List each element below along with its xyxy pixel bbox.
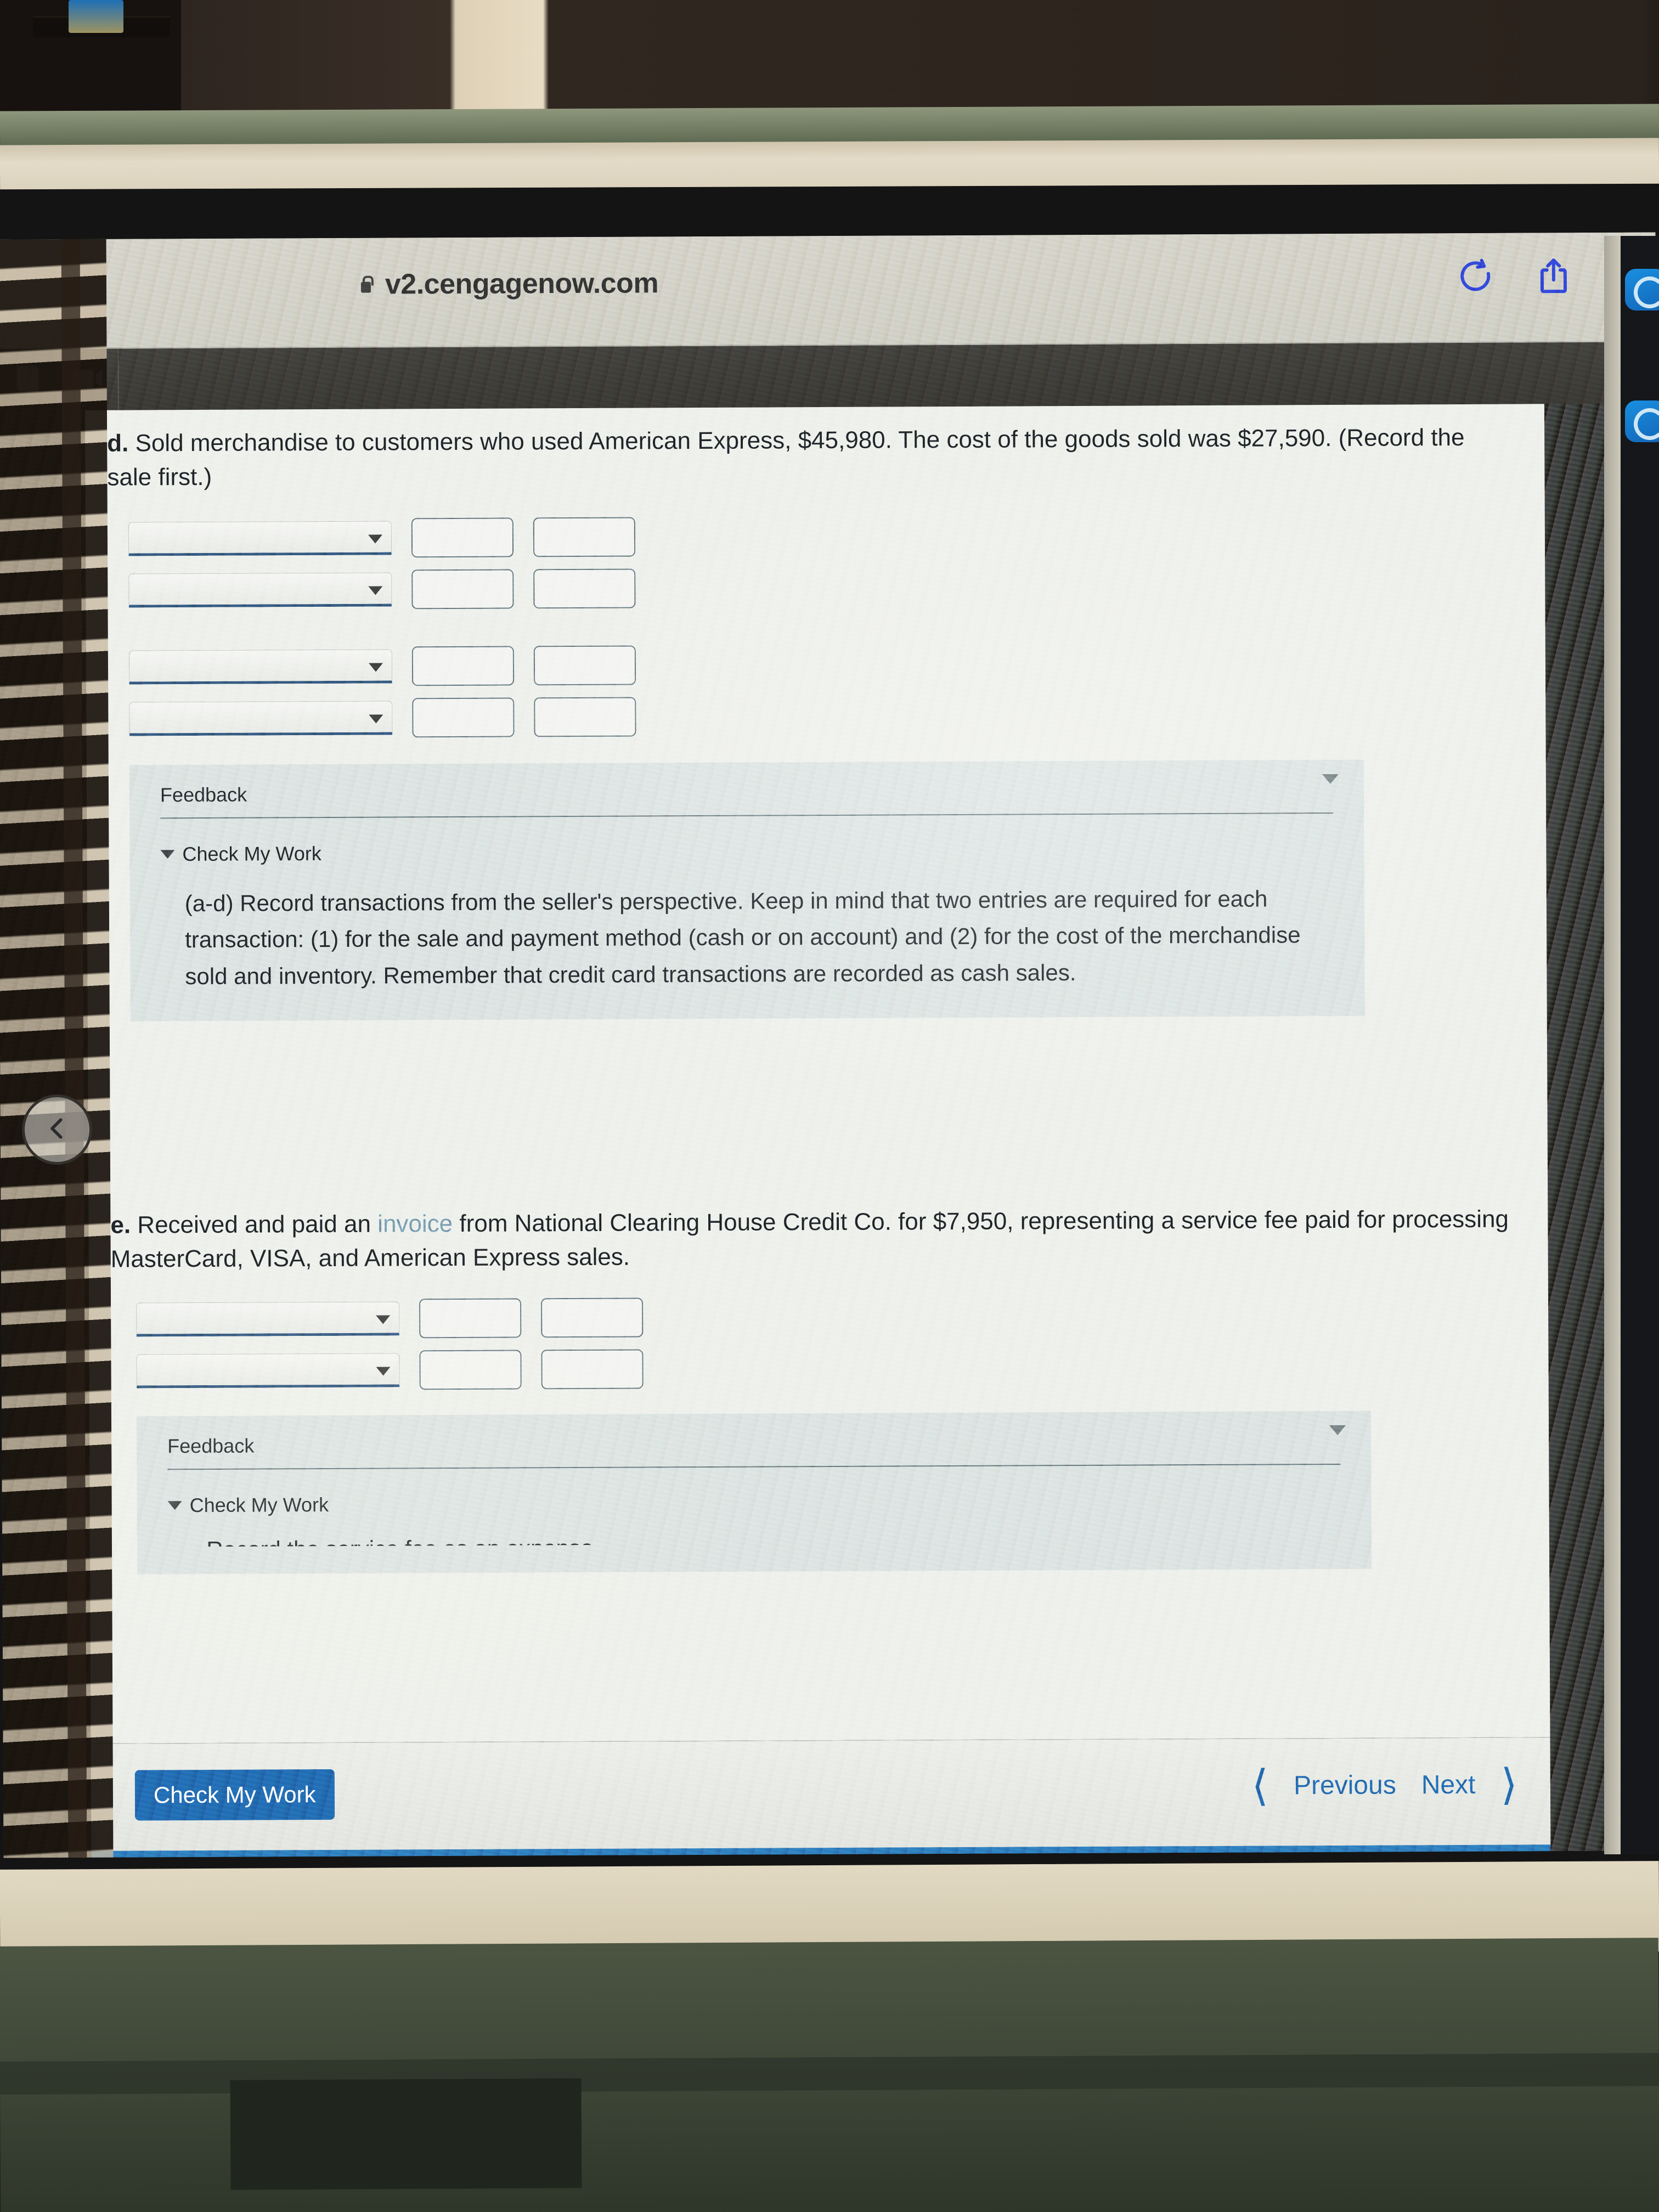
window-frame-reflection (61, 239, 87, 1858)
chevron-left-icon (42, 1114, 72, 1146)
credit-amount-input[interactable] (541, 1297, 644, 1338)
collapse-triangle-icon[interactable] (1329, 1425, 1346, 1435)
video-button[interactable] (58, 349, 117, 410)
next-button[interactable]: Next (1421, 1769, 1476, 1799)
account-select[interactable] (128, 649, 393, 685)
credit-amount-input[interactable] (533, 645, 636, 686)
right-device-bezel (1604, 236, 1621, 1854)
account-select[interactable] (136, 1301, 400, 1337)
question-e-letter: e. (110, 1211, 131, 1239)
journal-entry-row (128, 565, 1545, 610)
check-my-work-toggle-d[interactable]: Check My Work (160, 838, 1333, 866)
check-my-work-body-d: (a-d) Record transactions from the selle… (184, 885, 1301, 989)
debit-amount-input[interactable] (419, 1350, 522, 1390)
credit-amount-input[interactable] (533, 517, 636, 557)
debit-amount-input[interactable] (412, 697, 515, 738)
account-select[interactable] (128, 521, 392, 556)
question-d-letter: d. (107, 430, 129, 457)
app-toolbar (0, 342, 1632, 411)
question-e-text: e. Received and paid an invoice from Nat… (88, 1202, 1548, 1277)
debit-amount-input[interactable] (419, 1298, 522, 1339)
ebook-icon (14, 363, 42, 397)
chevron-left-icon[interactable]: ⟨ (1251, 1762, 1268, 1810)
url-text: v2.cengagenow.com (385, 267, 659, 301)
feedback-title: Feedback (167, 1434, 255, 1458)
desk-notch (230, 2078, 582, 2190)
debit-amount-input[interactable] (411, 569, 514, 610)
account-select[interactable] (136, 1353, 400, 1389)
question-d-entry-grid (86, 513, 1546, 739)
question-e: e. Received and paid an invoice from Nat… (88, 1202, 1549, 1575)
feedback-title: Feedback (160, 783, 247, 806)
right-device-screen (1621, 236, 1659, 1854)
check-my-work-body-e: • Record the service fee as an expense. (191, 1534, 600, 1563)
room-backdrop (0, 0, 1659, 115)
invoice-link[interactable]: invoice (377, 1210, 453, 1238)
app-icon[interactable] (1625, 400, 1659, 442)
feedback-panel-e: Feedback Check My Work • Record the serv… (136, 1410, 1372, 1575)
journal-entry-row (136, 1345, 1548, 1391)
ebook-button[interactable] (0, 349, 58, 410)
check-my-work-toggle-e[interactable]: Check My Work (167, 1489, 1341, 1517)
journal-entry-row (136, 1294, 1548, 1339)
toolbar-divider (117, 348, 119, 410)
video-camera-icon (72, 366, 105, 393)
question-d: d. Sold merchandise to customers who use… (85, 420, 1547, 1022)
chevron-down-icon (167, 1501, 182, 1510)
pagination-nav: ⟨ Previous Next ⟩ (1251, 1760, 1517, 1810)
check-my-work-label: Check My Work (189, 1493, 329, 1517)
lock-icon (359, 275, 373, 294)
journal-entry-row (129, 693, 1545, 738)
feedback-panel-d: Feedback Check My Work (a-d) Record tran… (129, 759, 1365, 1022)
credit-amount-input[interactable] (541, 1349, 644, 1390)
assignment-content-panel: d. Sold merchandise to customers who use… (84, 404, 1550, 1743)
journal-entry-row (128, 641, 1545, 687)
question-e-entry-grid (89, 1294, 1549, 1391)
question-d-text: d. Sold merchandise to customers who use… (85, 420, 1545, 495)
url-display[interactable]: v2.cengagenow.com (359, 267, 658, 301)
app-icon[interactable] (1625, 269, 1659, 311)
account-select[interactable] (129, 701, 393, 736)
debit-amount-input[interactable] (411, 517, 514, 558)
previous-button[interactable]: Previous (1294, 1770, 1396, 1801)
collapse-triangle-icon[interactable] (1322, 774, 1339, 785)
assignment-action-bar: Check My Work ⟨ Previous Next ⟩ (91, 1737, 1551, 1853)
reload-icon[interactable] (1457, 256, 1497, 298)
backdrop-blue-object (69, 0, 123, 33)
question-d-body: Sold merchandise to customers who used A… (107, 424, 1465, 492)
account-select[interactable] (128, 572, 392, 608)
browser-address-bar[interactable]: v2.cengagenow.com (0, 232, 1656, 349)
chevron-right-icon[interactable]: ⟩ (1500, 1760, 1517, 1809)
back-navigation-button[interactable] (22, 1094, 92, 1165)
journal-entry-row (128, 513, 1545, 558)
question-e-body-pre: Received and paid an (137, 1210, 378, 1239)
credit-amount-input[interactable] (534, 697, 636, 737)
debit-amount-input[interactable] (411, 646, 515, 686)
credit-amount-input[interactable] (533, 568, 636, 609)
chevron-down-icon (160, 850, 175, 859)
check-my-work-button[interactable]: Check My Work (134, 1769, 335, 1821)
share-icon[interactable] (1534, 256, 1573, 297)
screen: v2.cengagenow.com d. Sold merchandise to… (0, 232, 1659, 1858)
check-my-work-label: Check My Work (182, 842, 321, 866)
photo-scene: v2.cengagenow.com d. Sold merchandise to… (0, 0, 1659, 2212)
